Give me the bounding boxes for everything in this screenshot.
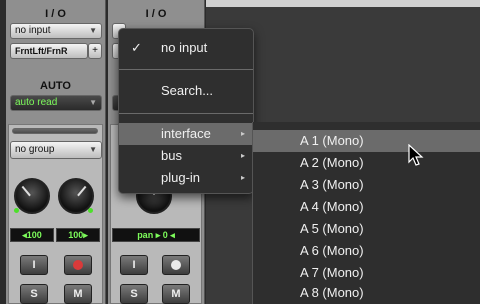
menu-separator: [119, 69, 253, 70]
submenu-item-label: A 4 (Mono): [300, 199, 364, 214]
solo-label: S: [130, 288, 138, 300]
submenu-arrow-icon: ▸: [240, 129, 245, 138]
dropdown-arrow-icon: ▼: [89, 98, 97, 107]
solo-label: S: [30, 288, 38, 300]
insert-label: I: [132, 259, 136, 271]
mute-button[interactable]: M: [64, 284, 92, 304]
menu-item-plug-in[interactable]: plug-in ▸: [119, 167, 253, 189]
menu-item-label: bus: [161, 148, 182, 163]
pan-mode-text: pan: [137, 230, 154, 240]
output-selector-label: FrntLft/FrnR: [15, 46, 68, 56]
pan-indicator-led: [14, 208, 19, 213]
solo-button[interactable]: S: [20, 284, 48, 304]
pan-right-value[interactable]: 100▸: [56, 228, 100, 242]
knob-pointer: [21, 185, 31, 197]
automation-mode-label: auto read: [15, 97, 58, 108]
record-enable-button[interactable]: [162, 255, 190, 275]
insert-label: I: [32, 259, 36, 271]
menu-separator: [119, 113, 253, 114]
menu-item-label: plug-in: [161, 170, 201, 185]
submenu-arrow-icon: ▸: [240, 173, 245, 182]
input-selector[interactable]: no input ▼: [10, 23, 102, 39]
pan-right-text: 100: [68, 230, 84, 240]
window-top-edge: [206, 0, 480, 7]
pan-left-knob[interactable]: [14, 178, 50, 214]
output-selector[interactable]: FrntLft/FrnR: [10, 43, 88, 59]
insert-button[interactable]: I: [120, 255, 148, 275]
submenu-item-label: A 5 (Mono): [300, 221, 364, 236]
submenu-item-label: A 6 (Mono): [300, 243, 364, 258]
mute-label: M: [73, 288, 83, 300]
automation-mode-selector[interactable]: auto read ▼: [10, 95, 102, 111]
left-arrow-icon: ◂: [170, 230, 175, 240]
input-selector-label: no input: [15, 25, 51, 36]
mute-button[interactable]: M: [162, 284, 190, 304]
record-enable-button[interactable]: [64, 255, 92, 275]
submenu-item-label: A 7 (Mono): [300, 265, 364, 280]
io-header: I / O: [45, 8, 66, 20]
submenu-item-a7[interactable]: A 7 (Mono): [253, 262, 480, 284]
pan-left-value[interactable]: ◂100: [10, 228, 54, 242]
group-selector-label: no group: [15, 144, 55, 155]
panel-divider: [12, 128, 98, 134]
menu-item-bus[interactable]: bus ▸: [119, 145, 253, 167]
link-icon: +: [92, 45, 98, 56]
pan-left-text: 100: [26, 230, 42, 240]
channel-strip-1: I / O no input ▼ FrntLft/FrnR + AUTO aut…: [6, 0, 106, 304]
submenu-item-a5[interactable]: A 5 (Mono): [253, 218, 480, 240]
right-arrow-icon: ▸: [83, 230, 88, 240]
pan-value[interactable]: pan ▸ 0 ◂: [112, 228, 200, 242]
insert-button[interactable]: I: [20, 255, 48, 275]
submenu-item-a3[interactable]: A 3 (Mono): [253, 174, 480, 196]
submenu-arrow-icon: ▸: [240, 151, 245, 160]
submenu-item-label: A 2 (Mono): [300, 155, 364, 170]
dropdown-arrow-icon: ▼: [89, 26, 97, 35]
interface-submenu: A 1 (Mono) A 2 (Mono) A 3 (Mono) A 4 (Mo…: [252, 122, 480, 304]
menu-item-label: no input: [161, 40, 208, 55]
auto-header: AUTO: [40, 80, 71, 92]
mouse-pointer-icon: [408, 144, 424, 166]
dropdown-arrow-icon: ▼: [89, 145, 97, 154]
submenu-item-a6[interactable]: A 6 (Mono): [253, 240, 480, 262]
menu-item-search[interactable]: Search...: [119, 80, 253, 102]
submenu-item-a4[interactable]: A 4 (Mono): [253, 196, 480, 218]
submenu-item-a1[interactable]: A 1 (Mono): [253, 130, 480, 152]
solo-button[interactable]: S: [120, 284, 148, 304]
right-arrow-icon: ▸: [155, 230, 163, 240]
output-link-button[interactable]: +: [88, 43, 102, 59]
submenu-item-label: A 8 (Mono): [300, 285, 364, 300]
io-header: I / O: [145, 8, 167, 20]
pan-value-text: 0: [162, 230, 168, 240]
menu-item-no-input[interactable]: ✓ no input: [119, 37, 253, 59]
mute-label: M: [171, 288, 181, 300]
pan-indicator-led: [88, 208, 93, 213]
menu-item-label: interface: [161, 126, 211, 141]
menu-item-interface[interactable]: interface ▸: [119, 123, 253, 145]
group-selector[interactable]: no group ▼: [10, 141, 102, 159]
record-icon: [73, 260, 83, 270]
menu-item-label: Search...: [161, 83, 214, 98]
submenu-item-a2[interactable]: A 2 (Mono): [253, 152, 480, 174]
input-popup-menu: ✓ no input Search... interface ▸ bus ▸ p…: [118, 28, 254, 194]
knob-pointer: [77, 185, 87, 197]
record-icon: [171, 260, 181, 270]
submenu-item-a8[interactable]: A 8 (Mono): [253, 282, 480, 304]
submenu-item-label: A 1 (Mono): [300, 133, 364, 148]
checkmark-icon: ✓: [131, 40, 142, 55]
submenu-item-label: A 3 (Mono): [300, 177, 364, 192]
